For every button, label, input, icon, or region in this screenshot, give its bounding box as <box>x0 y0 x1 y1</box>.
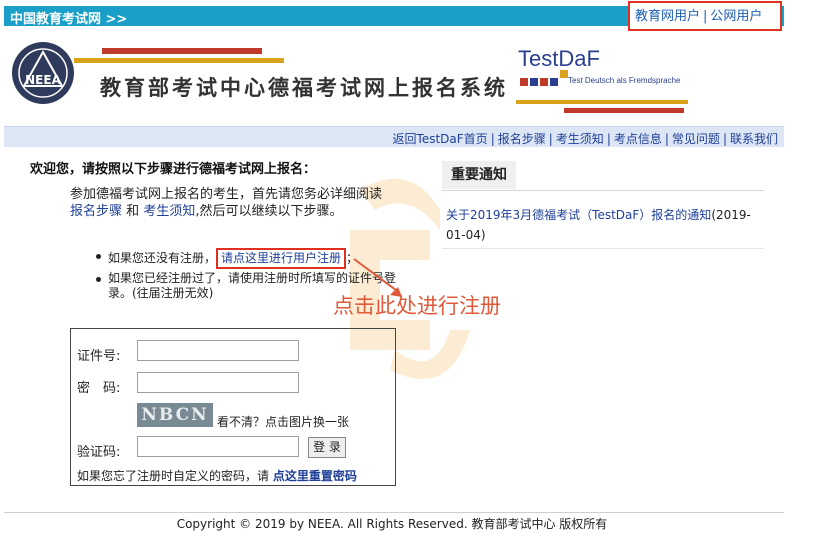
intro-text: 和 <box>126 204 140 219</box>
login-form: 证件号: 密 码: NBCN 看不清？点击图片换一张 验证码: 登 录 如果您忘… <box>70 328 396 486</box>
chinese-education-exam-site-link[interactable]: 中国教育考试网 >> <box>10 8 127 27</box>
public-network-user-link[interactable]: 公网用户 <box>710 9 762 24</box>
logo-square <box>530 78 538 86</box>
decorative-gold-bar <box>74 58 284 63</box>
logo-square <box>560 70 568 78</box>
footer-copyright: Copyright © 2019 by NEEA. All Rights Res… <box>176 517 608 531</box>
login-button[interactable]: 登 录 <box>308 437 346 458</box>
decorative-gold-bar <box>516 100 688 104</box>
forgot-password-row: 如果您忘了注册时自定义的密码，请 点这里重置密码 <box>77 467 357 484</box>
logo-text: NEEA <box>25 73 61 87</box>
intro-paragraph: 参加德福考试网上报名的考生，首先请您务必详细阅读 报名步骤 和 考生须知,然后可… <box>70 186 390 220</box>
divider <box>442 190 764 191</box>
testdaf-tagline: Test Deutsch als Fremdsprache <box>568 76 681 85</box>
testdaf-logo: TestDaF Test Deutsch als Fremdsprache <box>516 46 691 106</box>
decorative-red-bar <box>102 48 262 54</box>
captcha-code-input[interactable] <box>137 436 299 457</box>
captcha-image[interactable]: NBCN <box>137 403 213 427</box>
candidate-notes-link[interactable]: 考生须知 <box>143 204 195 219</box>
nav-item-candidate-notes[interactable]: 考生须知 <box>556 132 604 146</box>
separator: | <box>703 9 708 24</box>
captcha-hint: 看不清？点击图片换一张 <box>217 415 350 429</box>
edu-network-user-link[interactable]: 教育网用户 <box>635 9 700 24</box>
nav-bar: 返回TestDaF首页 | 报名步骤 | 考生须知 | 考点信息 | 常见问题 | 联系我们 <box>4 126 784 147</box>
intro-text: 参加德福考试网上报名的考生，首先请您务必详细阅读 <box>70 187 383 202</box>
neea-logo: NEEA <box>12 42 74 104</box>
reset-password-link[interactable]: 点这里重置密码 <box>273 469 357 483</box>
bullet-icon <box>96 254 101 259</box>
nav-item-contact-us[interactable]: 联系我们 <box>730 132 778 146</box>
nav-separator: | <box>548 132 553 146</box>
nav-separator: | <box>664 132 669 146</box>
nav-item-registration-steps[interactable]: 报名步骤 <box>498 132 546 146</box>
nav-item-testdaf-home[interactable]: 返回TestDaF首页 <box>393 132 488 146</box>
notice-item: 关于2019年3月德福考试（TestDaF）报名的通知(2019-01-04) <box>446 205 766 245</box>
captcha-code-label: 验证码: <box>77 445 121 460</box>
annotation-text: 点击此处进行注册 <box>333 294 501 318</box>
id-number-label: 证件号: <box>77 349 121 364</box>
divider <box>4 512 784 513</box>
password-label: 密 码: <box>77 381 121 396</box>
password-input[interactable] <box>137 372 299 393</box>
important-notice-heading: 重要通知 <box>442 161 516 189</box>
welcome-heading: 欢迎您，请按照以下步骤进行德福考试网上报名： <box>30 162 317 177</box>
logo-square <box>520 78 528 86</box>
user-type-links: 教育网用户 | 公网用户 <box>628 1 782 31</box>
testdaf-name: TestDaF <box>518 46 600 71</box>
id-number-input[interactable] <box>137 340 299 361</box>
bullet-icon <box>96 277 101 282</box>
logo-square <box>540 78 548 86</box>
forgot-password-text: 如果您忘了注册时自定义的密码，请 <box>77 469 270 483</box>
logo-square <box>550 78 558 86</box>
nav-separator: | <box>606 132 611 146</box>
nav-item-test-centers[interactable]: 考点信息 <box>614 132 662 146</box>
intro-text: ,然后可以继续以下步骤。 <box>195 204 343 219</box>
divider <box>442 248 764 249</box>
system-title: 教育部考试中心德福考试网上报名系统 <box>100 75 508 100</box>
registration-steps-link[interactable]: 报名步骤 <box>70 204 122 219</box>
nav-separator: | <box>722 132 727 146</box>
notice-link[interactable]: 关于2019年3月德福考试（TestDaF）报名的通知 <box>446 208 711 222</box>
nav-links: 返回TestDaF首页 | 报名步骤 | 考生须知 | 考点信息 | 常见问题 | 联系我们 <box>393 130 778 147</box>
bullet-text: 如果您还没有注册， <box>108 251 217 265</box>
decorative-red-bar <box>564 108 684 113</box>
header-banner: NEEA 教育部考试中心德福考试网上报名系统 TestDaF Test Deut… <box>4 28 784 124</box>
nav-item-faq[interactable]: 常见问题 <box>672 132 720 146</box>
user-registration-link[interactable]: 请点这里进行用户注册 <box>216 248 347 269</box>
nav-separator: | <box>490 132 495 146</box>
